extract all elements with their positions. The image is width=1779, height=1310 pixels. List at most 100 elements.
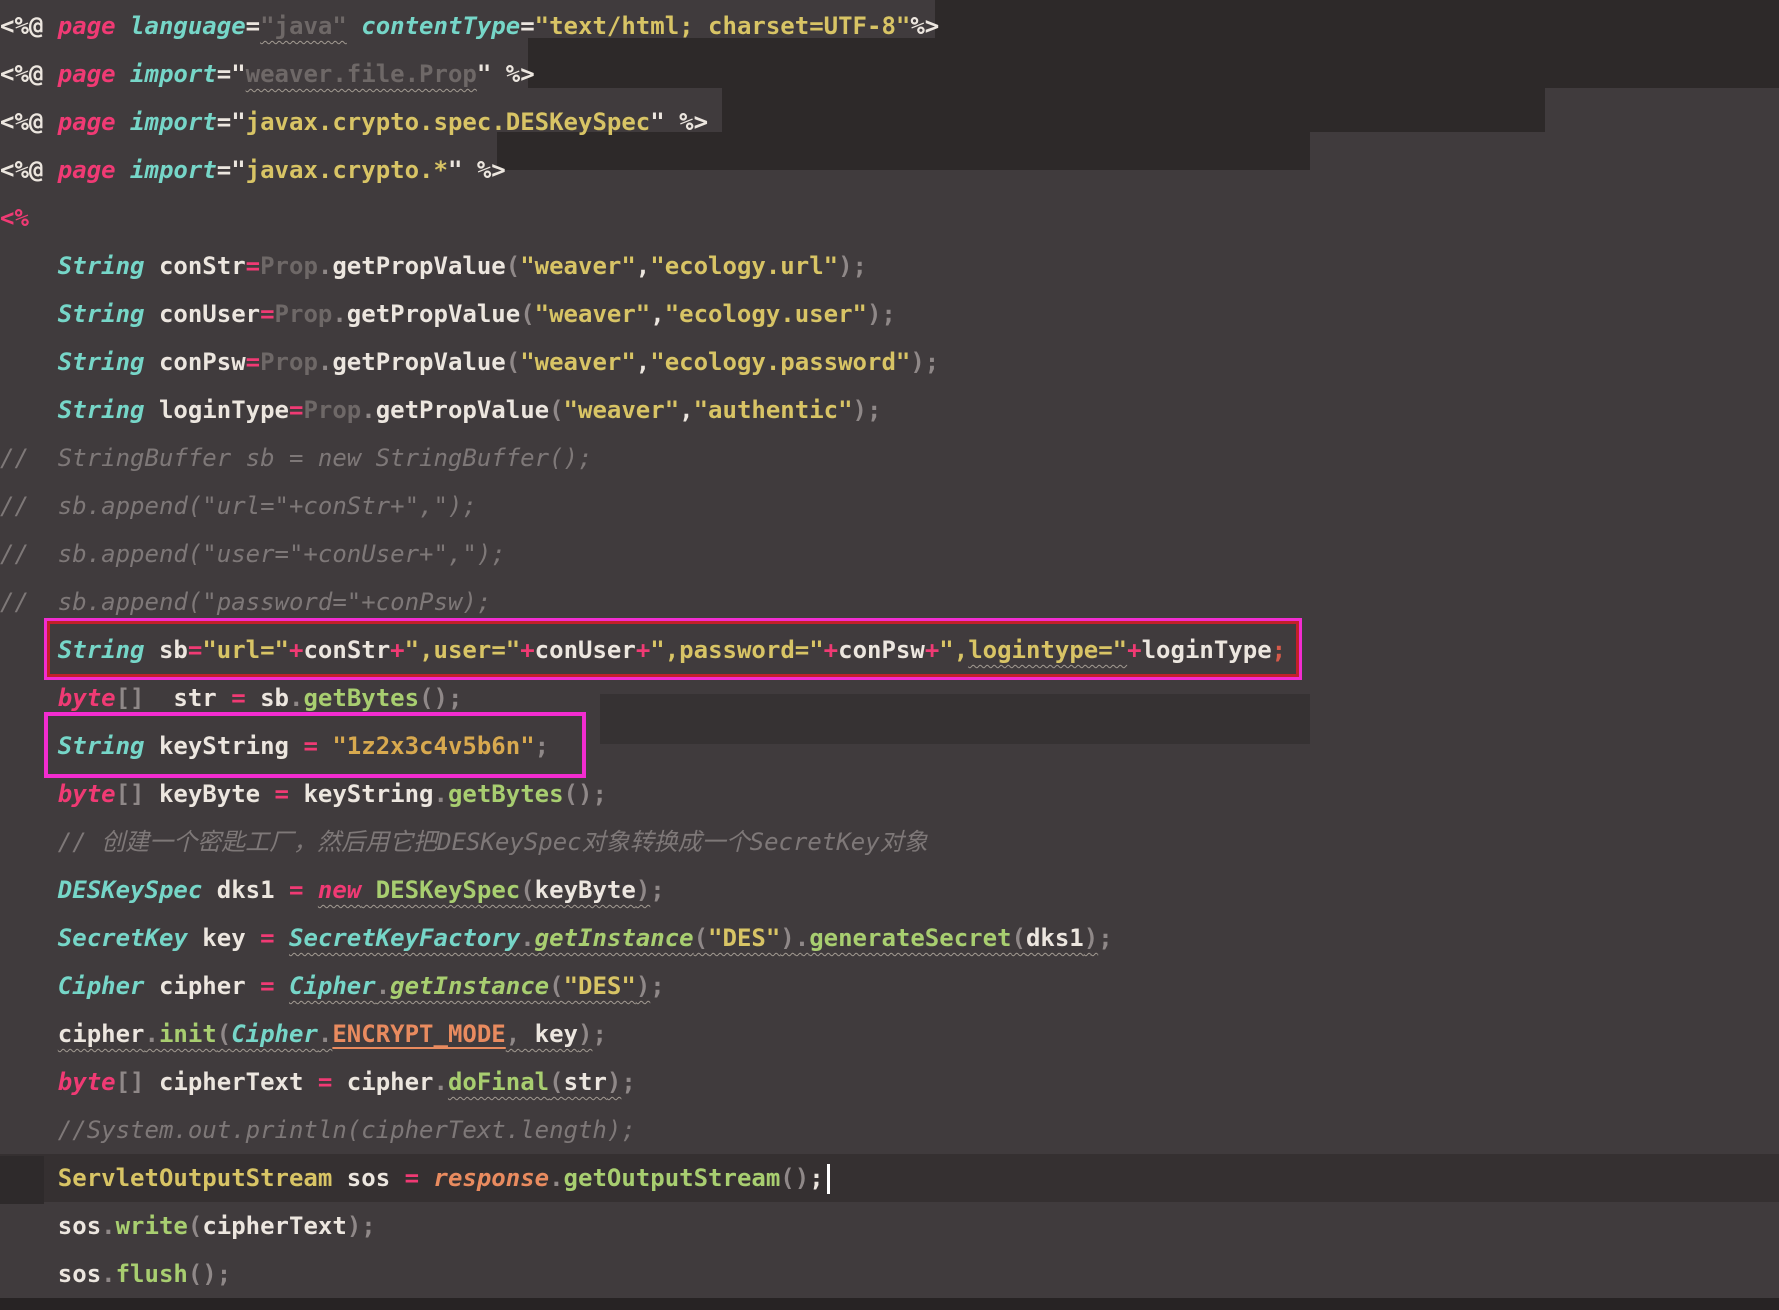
code-token: Cipher [289,972,376,1000]
code-token: conUser [535,636,636,664]
code-token: (); [419,684,462,712]
code-token: = [289,396,303,424]
code-token: =" [217,156,246,184]
code-line[interactable]: String conPsw=Prop.getPropValue("weaver"… [0,338,1779,386]
code-token: =" [217,108,246,136]
code-token: ", [939,636,968,664]
code-token: = [188,636,202,664]
code-token: = [520,12,534,40]
code-line[interactable]: <%@ page import="javax.crypto.spec.DESKe… [0,98,1779,146]
code-token: (); [188,1260,231,1288]
code-token: cipher [58,1020,145,1048]
code-token [0,348,58,376]
code-line[interactable]: byte[] str = sb.getBytes(); [0,674,1779,722]
code-token: , [506,1020,520,1048]
code-line[interactable]: String sb="url="+conStr+",user="+conUser… [0,626,1779,674]
code-token: sos [58,1212,101,1240]
code-line[interactable]: cipher.init(Cipher.ENCRYPT_MODE, key); [0,1010,1779,1058]
code-line[interactable]: SecretKey key = SecretKeyFactory.getInst… [0,914,1779,962]
code-token: flush [116,1260,188,1288]
code-token: = [289,876,303,904]
code-token: getPropValue [376,396,549,424]
code-token: getPropValue [332,252,505,280]
code-token: <%@ [0,60,58,88]
code-token: conStr [145,252,246,280]
code-line[interactable]: <%@ page import="weaver.file.Prop" %> [0,50,1779,98]
code-token: "ecology.password" [650,348,910,376]
code-token: DESKeySpec [58,876,203,904]
code-line[interactable]: <%@ page language="java" contentType="te… [0,2,1779,50]
code-token: , [636,348,650,376]
code-token: DESKeySpec [376,876,521,904]
code-token: javax.crypto.* [246,156,448,184]
code-token: . [795,924,809,952]
code-token [0,1212,58,1240]
code-line[interactable]: byte[] keyByte = keyString.getBytes(); [0,770,1779,818]
code-line[interactable]: //System.out.println(cipherText.length); [0,1106,1779,1154]
code-token: ); [838,252,867,280]
code-token: + [636,636,650,664]
code-line[interactable]: // StringBuffer sb = new StringBuffer(); [0,434,1779,482]
code-token: getInstance [535,924,694,952]
code-line[interactable]: // sb.append("user="+conUser+","); [0,530,1779,578]
code-line[interactable]: sos.write(cipherText); [0,1202,1779,1250]
code-token: loginType [1142,636,1272,664]
code-line[interactable]: DESKeySpec dks1 = new DESKeySpec(keyByte… [0,866,1779,914]
code-token: "DES" [708,924,780,952]
code-token: (); [564,780,607,808]
code-token [419,1164,433,1192]
code-token: // 创建一个密匙工厂，然后用它把DESKeySpec对象转换成一个Secret… [0,828,928,856]
code-line[interactable]: <% [0,194,1779,242]
code-token [0,252,58,280]
code-line[interactable]: String conStr=Prop.getPropValue("weaver"… [0,242,1779,290]
code-token: ) [636,876,650,904]
code-line[interactable]: // sb.append("password="+conPsw); [0,578,1779,626]
code-token [116,60,130,88]
code-token: byte [58,1068,116,1096]
code-token: // sb.append("url="+conStr+","); [0,492,477,520]
code-token: ; [650,876,664,904]
code-token [0,732,58,760]
code-token: <% [0,204,29,232]
code-token: ",user=" [405,636,521,664]
code-editor[interactable]: <%@ page language="java" contentType="te… [0,0,1779,1310]
code-token: str [145,684,232,712]
code-token: . [520,924,534,952]
code-line[interactable]: // sb.append("url="+conStr+","); [0,482,1779,530]
code-line[interactable]: String conUser=Prop.getPropValue("weaver… [0,290,1779,338]
text-caret [827,1164,830,1194]
code-token: , [679,396,693,424]
code-token: conPsw [838,636,925,664]
code-token: "DES" [564,972,636,1000]
code-line-current[interactable]: ServletOutputStream sos = response.getOu… [0,1154,1779,1202]
code-token: "weaver" [535,300,651,328]
code-line[interactable]: byte[] cipherText = cipher.doFinal(str); [0,1058,1779,1106]
code-token: . [434,1068,448,1096]
code-token: key [520,1020,578,1048]
code-token: ) [780,924,794,952]
code-token: keyString [289,780,434,808]
code-token: weaver.file.Prop [246,60,477,88]
code-token: ); [910,348,939,376]
code-token: //System.out.println(cipherText.length); [0,1116,636,1144]
code-token: Prop [260,252,318,280]
code-token: ; [361,1212,375,1240]
code-token [0,1068,58,1096]
code-token: String [58,300,145,328]
code-line[interactable]: String loginType=Prop.getPropValue("weav… [0,386,1779,434]
code-token: "java" [260,12,347,40]
code-line[interactable]: // 创建一个密匙工厂，然后用它把DESKeySpec对象转换成一个Secret… [0,818,1779,866]
code-token: + [824,636,838,664]
code-token: ; [1098,924,1112,952]
code-token: ) [636,972,650,1000]
code-line[interactable]: Cipher cipher = Cipher.getInstance("DES"… [0,962,1779,1010]
code-token: sos [58,1260,101,1288]
code-token: String [58,348,145,376]
code-token: + [289,636,303,664]
code-line[interactable]: String keyString = "1z2x3c4v5b6n"; [0,722,1779,770]
code-line[interactable]: sos.flush(); [0,1250,1779,1298]
code-token [347,12,361,40]
code-line[interactable]: <%@ page import="javax.crypto.*" %> [0,146,1779,194]
code-token: cipherText [145,1068,318,1096]
code-token: , [650,300,664,328]
